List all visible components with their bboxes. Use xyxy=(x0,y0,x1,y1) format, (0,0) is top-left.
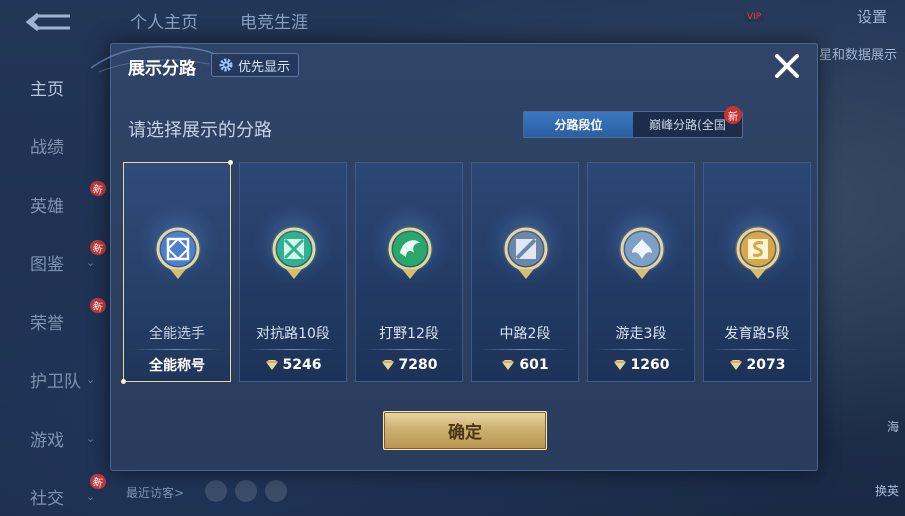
priority-display-label: 优先显示 xyxy=(238,59,291,75)
lane-card-label: 游走3段 xyxy=(615,326,667,342)
lane-card-label: 对抗路10段 xyxy=(256,326,330,342)
data-display-link[interactable]: 星和数据展示 xyxy=(819,44,897,63)
sidebar-item[interactable]: 战绩 xyxy=(0,117,110,176)
chevron-down-icon: ⌄ xyxy=(86,373,96,387)
rank-points-icon xyxy=(613,359,627,371)
recent-visitors-link[interactable]: 最近访客> xyxy=(126,484,184,501)
tab-esports[interactable]: 电竞生涯 xyxy=(240,8,308,33)
chevron-down-icon: ⌄ xyxy=(86,431,96,445)
lane-card-label: 中路2段 xyxy=(499,326,551,342)
mid-lane-emblem-icon xyxy=(500,223,552,283)
close-button[interactable] xyxy=(771,50,803,82)
lane-card-value-text: 全能称号 xyxy=(149,358,205,374)
sidebar-item-label: 图鉴 xyxy=(30,255,64,276)
sidebar-item-label: 游戏 xyxy=(30,430,64,451)
sidebar-item-label: 护卫队 xyxy=(30,372,81,393)
lane-card[interactable]: 发育路5段 2073 xyxy=(703,162,811,382)
roam-emblem-icon xyxy=(616,223,668,283)
new-tag: 新 xyxy=(88,237,108,257)
right-side-label[interactable]: 海 xyxy=(887,418,899,435)
confirm-button[interactable]: 确定 xyxy=(383,411,547,450)
lane-card[interactable]: 中路2段 601 xyxy=(471,162,579,382)
lane-card-label: 全能选手 xyxy=(149,326,205,342)
rank-points-icon xyxy=(729,359,743,371)
sidebar-item-label: 战绩 xyxy=(30,138,64,159)
new-tag: 新 xyxy=(88,471,108,491)
sidebar-item[interactable]: 荣誉 新 xyxy=(0,292,110,351)
avatar[interactable] xyxy=(265,480,287,502)
back-icon[interactable] xyxy=(24,10,74,34)
sidebar-item[interactable]: 护卫队 ⌄ xyxy=(0,351,110,410)
toggle-lane-rank[interactable]: 分路段位 xyxy=(524,112,633,137)
sidebar-item[interactable]: 英雄 新 xyxy=(0,175,110,234)
sidebar-item-label: 荣誉 xyxy=(30,313,64,334)
recent-visitor-avatars xyxy=(205,480,287,502)
rank-points-icon xyxy=(381,359,395,371)
farm-lane-emblem-icon xyxy=(732,223,784,283)
lane-cards: 全能选手全能称号 对抗路10段 5246 打野12段 7280 中路2段 601 游走… xyxy=(121,160,811,384)
lane-card[interactable]: 对抗路10段 5246 xyxy=(239,162,347,382)
sidebar: 主页 战绩 英雄新图鉴 ⌄ 新荣誉新护卫队 ⌄ 游戏 ⌄ 社交 ⌄ 新 xyxy=(0,58,110,516)
lane-mode-toggle: 分路段位 巅峰分路(全国 新 xyxy=(523,106,743,138)
lane-card-value: 1260 xyxy=(588,355,694,375)
avatar[interactable] xyxy=(235,480,257,502)
lane-card-value: 7280 xyxy=(356,355,462,375)
rank-points-icon xyxy=(265,359,279,371)
divider xyxy=(712,349,802,350)
lane-card-value: 2073 xyxy=(704,355,810,375)
right-side-label[interactable]: 换英 xyxy=(875,482,899,499)
lane-card[interactable]: 游走3段 1260 xyxy=(587,162,695,382)
sidebar-item-label: 主页 xyxy=(30,79,64,100)
toggle-label: 分路段位 xyxy=(554,118,603,132)
rank-points-icon xyxy=(501,359,515,371)
lane-card-value-text: 2073 xyxy=(746,357,786,373)
dialog-subtitle: 请选择展示的分路 xyxy=(128,120,272,141)
dialog-title: 展示分路 xyxy=(128,59,196,79)
new-badge: 新 xyxy=(724,106,742,124)
all-round-emblem-icon xyxy=(152,223,204,283)
divider xyxy=(480,349,570,350)
sidebar-item-label: 社交 xyxy=(30,489,64,510)
divider xyxy=(132,349,222,350)
lane-card-value-text: 601 xyxy=(519,357,549,373)
new-tag: 新 xyxy=(88,179,108,198)
avatar[interactable] xyxy=(205,480,227,502)
gear-icon xyxy=(219,58,233,72)
lane-card-value: 5246 xyxy=(240,355,346,375)
chevron-down-icon: ⌄ xyxy=(86,490,96,504)
lane-display-dialog: 展示分路 优先显示 请选择展示的分路 分路段位 巅峰分路(全国 新 全能选手 全能… xyxy=(90,43,818,471)
close-icon xyxy=(775,54,799,78)
settings-button[interactable]: 设置 xyxy=(857,6,887,27)
lane-card-value-text: 1260 xyxy=(630,357,670,373)
lane-card-value-text: 5246 xyxy=(282,357,322,373)
top-tabs: 个人主页 电竞生涯 xyxy=(130,8,308,33)
sidebar-item-label: 英雄 xyxy=(30,196,64,217)
lane-card[interactable]: 打野12段 7280 xyxy=(355,162,463,382)
sidebar-item[interactable]: 主页 xyxy=(0,58,110,117)
jungle-emblem-icon xyxy=(384,223,436,283)
lane-card-value: 全能称号 xyxy=(124,355,230,375)
lane-card-value: 601 xyxy=(472,355,578,375)
clash-lane-emblem-icon xyxy=(268,223,320,283)
toggle-label: 巅峰分路(全国 xyxy=(649,118,726,132)
divider xyxy=(364,349,454,350)
divider xyxy=(248,349,338,350)
lane-card-label: 发育路5段 xyxy=(724,326,790,342)
lane-card-label: 打野12段 xyxy=(379,326,439,342)
lane-card[interactable]: 全能选手 全能称号 xyxy=(121,160,233,384)
sidebar-item[interactable]: 社交 ⌄ 新 xyxy=(0,468,110,516)
toggle-peak-lane[interactable]: 巅峰分路(全国 新 xyxy=(633,106,742,137)
new-tag: 新 xyxy=(88,296,108,315)
priority-display-button[interactable]: 优先显示 xyxy=(211,53,300,77)
sidebar-item[interactable]: 图鉴 ⌄ 新 xyxy=(0,234,110,293)
chevron-down-icon: ⌄ xyxy=(86,256,96,270)
tab-profile[interactable]: 个人主页 xyxy=(130,8,198,33)
sidebar-item[interactable]: 游戏 ⌄ xyxy=(0,409,110,468)
vip-badge: VIP xyxy=(744,12,765,22)
dialog-header: 展示分路 优先显示 xyxy=(111,44,817,86)
lane-card-value-text: 7280 xyxy=(398,357,438,373)
divider xyxy=(596,349,686,350)
